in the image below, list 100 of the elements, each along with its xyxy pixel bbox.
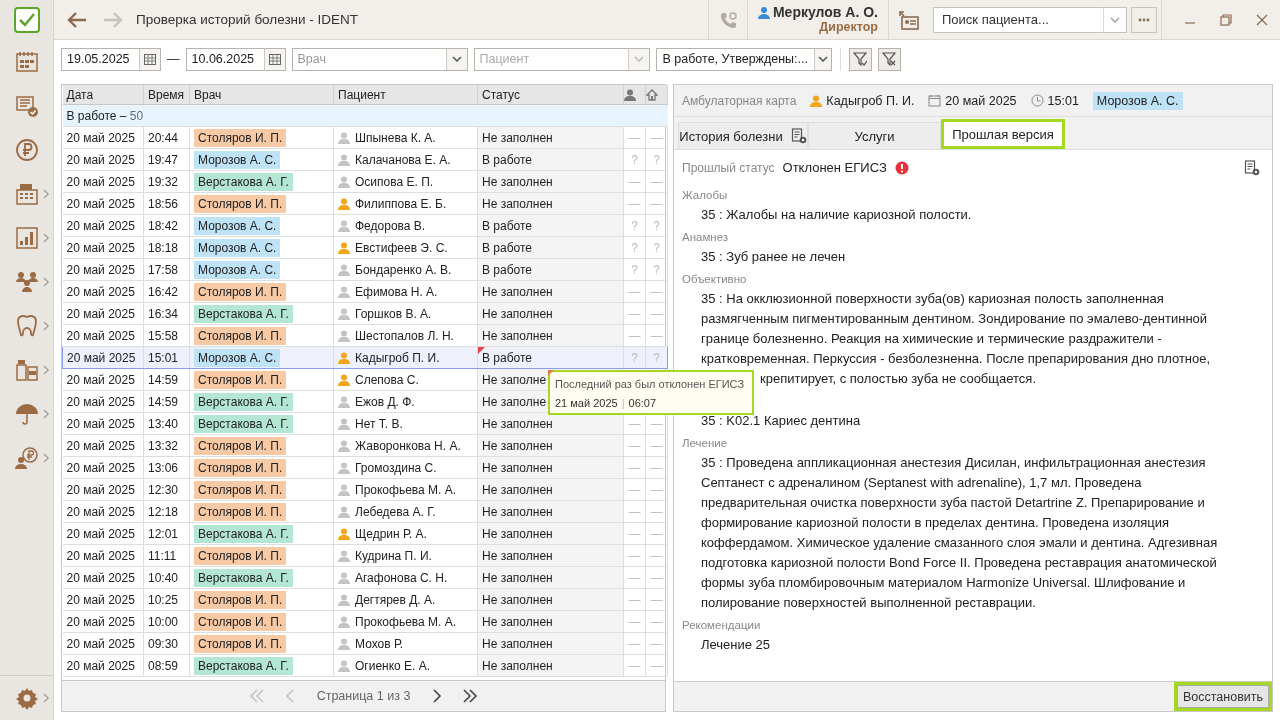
calendar-button[interactable] [139, 47, 161, 71]
dropdown-button[interactable] [627, 47, 650, 71]
people-icon[interactable] [13, 269, 40, 295]
table-cell: 20 май 2025 [62, 148, 144, 171]
id-card-icon[interactable] [897, 9, 919, 30]
table-cell: Ефимова Н. А. [355, 284, 438, 299]
table-cell: 18:42 [143, 214, 190, 237]
date-from-field[interactable]: 19.05.2025 [61, 47, 139, 71]
status-mark: — [650, 504, 663, 519]
dropdown-button[interactable] [445, 47, 468, 71]
date-separator: — [167, 52, 180, 66]
table-cell: Жаворонкова Н. А. [355, 438, 461, 453]
table-cell: 20 май 2025 [62, 654, 144, 677]
doctor-tag: Верстакова А. Г. [194, 568, 293, 587]
tab[interactable]: История болезни [678, 122, 808, 149]
section-label: Объективно [682, 272, 748, 287]
table-cell: Не заполнен [482, 328, 553, 343]
doctor-tag: Морозов А. С. [194, 260, 281, 279]
doctor-tag: Столяров И. П. [194, 612, 287, 631]
doctor-tag: Морозов А. С. [194, 238, 281, 257]
umbrella-icon[interactable] [13, 401, 40, 427]
patient-search-field[interactable]: Поиск пациента... [933, 6, 1103, 33]
chevron-right-icon[interactable] [43, 233, 50, 243]
restore-button[interactable]: Восстановить [1173, 682, 1272, 711]
apply-filter-button[interactable] [848, 47, 872, 71]
ruble-icon[interactable] [13, 137, 40, 163]
table-cell: Не заполне [482, 394, 547, 409]
document-check-icon[interactable] [13, 93, 40, 119]
table-cell: 20 май 2025 [62, 126, 144, 149]
tab[interactable]: Прошлая версия [941, 119, 1065, 149]
calendar-icon [928, 94, 942, 107]
doctor-tag: Морозов А. С. [194, 348, 281, 367]
table-cell: 11:11 [143, 544, 190, 567]
table-cell: Не заполнен [482, 636, 553, 651]
clear-filter-button[interactable] [877, 47, 901, 71]
doctor-tag: Верстакова А. Г. [194, 414, 293, 433]
status-mark: — [628, 284, 641, 299]
doctor-dropdown[interactable]: Врач [291, 47, 446, 71]
table-cell: Не заполнен [482, 614, 553, 629]
doctor-tag: Морозов А. С. [194, 216, 281, 235]
status-mark: — [650, 174, 663, 189]
chevron-right-icon[interactable] [43, 189, 50, 199]
phone-settings-icon[interactable] [718, 10, 737, 29]
check-logo-icon[interactable] [13, 7, 40, 33]
status-mark: — [628, 196, 641, 211]
table-cell: Осипова Е. П. [355, 174, 434, 189]
table-cell: Бондаренко А. В. [355, 262, 452, 277]
table-cell: Шестопалов Л. Н. [355, 328, 454, 343]
table-cell: Не заполнен [482, 416, 553, 431]
chevron-right-icon[interactable] [43, 453, 50, 463]
last-page-icon[interactable] [462, 689, 479, 703]
status-mark: ? [653, 240, 660, 255]
table-cell: 20 май 2025 [62, 280, 144, 303]
status-mark: — [650, 130, 663, 145]
close-icon[interactable] [1256, 13, 1268, 26]
table-cell: Кадыгроб П. И. [355, 350, 440, 365]
chevron-right-icon[interactable] [43, 321, 50, 331]
calendar-button[interactable] [263, 47, 286, 71]
table-cell: 20 май 2025 [62, 258, 144, 281]
table-cell: 20 май 2025 [62, 412, 144, 435]
status-mark: — [628, 636, 641, 651]
patient-column-header: Пациент [333, 85, 478, 105]
table-cell: Нет Т. В. [355, 416, 403, 431]
medicine-icon[interactable] [13, 357, 40, 383]
table-cell: Не заполнен [482, 306, 553, 321]
chevron-right-icon[interactable] [43, 365, 50, 375]
back-arrow-icon[interactable] [66, 10, 88, 29]
bar-chart-icon[interactable] [13, 225, 40, 251]
document-settings-icon[interactable] [1244, 160, 1260, 176]
status-mark: — [650, 658, 663, 673]
chevron-right-icon[interactable] [43, 693, 50, 703]
section-text: 35 : Зуб ранее не лечен [700, 248, 847, 266]
cash-register-icon[interactable] [13, 181, 40, 207]
payment-icon[interactable] [13, 445, 40, 471]
table-cell: Не заполнен [482, 570, 553, 585]
doctor-tag: Верстакова А. Г. [194, 172, 293, 191]
tab[interactable]: Услуги [808, 122, 941, 149]
doctor-tag: Столяров И. П. [194, 326, 287, 345]
table-cell: 10:40 [143, 566, 190, 589]
table-cell: 15:58 [143, 324, 190, 347]
table-cell: Не заполнен [482, 482, 553, 497]
restore-icon[interactable] [1220, 13, 1232, 26]
status-mark: — [650, 196, 663, 211]
doctor-tag: Столяров И. П. [194, 128, 287, 147]
table-cell: Не заполнен [482, 592, 553, 607]
status-mark: ? [631, 240, 638, 255]
status-dropdown[interactable]: В работе, Утверждены:... [655, 47, 832, 71]
section-label: Жалобы [682, 188, 729, 203]
patient-dropdown[interactable]: Пациент [473, 47, 628, 71]
table-cell: 10:00 [143, 610, 190, 633]
section-text: крепитирует, с полостью зуба не сообщается. [760, 370, 1036, 388]
date-to-field[interactable]: 10.06.2025 [185, 47, 264, 71]
table-cell: Калачанова Е. А. [355, 152, 451, 167]
chevron-right-icon[interactable] [43, 277, 50, 287]
chevron-right-icon[interactable] [43, 409, 50, 419]
calendar-icon[interactable] [13, 49, 40, 75]
person-column-icon [624, 88, 636, 101]
document-settings-icon[interactable] [790, 128, 807, 144]
group-label: В работе – 50 [66, 108, 144, 123]
table-cell: 16:42 [143, 280, 190, 303]
